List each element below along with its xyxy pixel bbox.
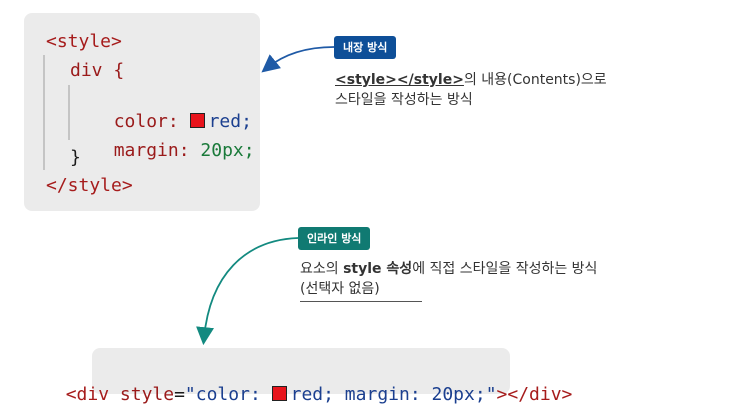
- internal-arrow: [261, 46, 335, 73]
- connector-arrows: [196, 46, 335, 346]
- inline-arrow: [196, 237, 299, 346]
